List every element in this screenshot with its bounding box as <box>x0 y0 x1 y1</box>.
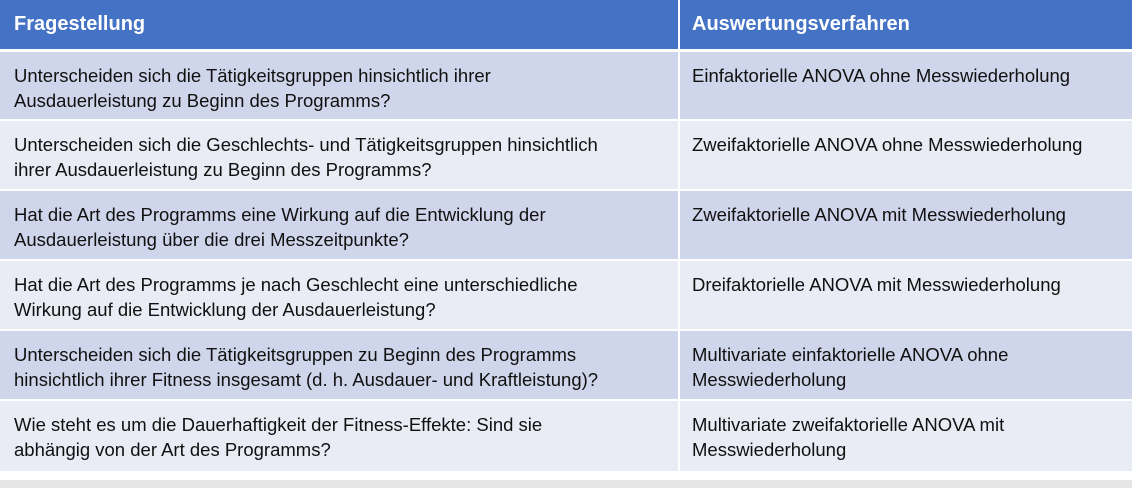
question-line: hinsichtlich ihrer Fitness insgesamt (d.… <box>14 369 599 390</box>
question-line: Unterscheiden sich die Tätigkeitsgruppen… <box>14 64 491 86</box>
method-line: Messwiederholung <box>692 369 847 390</box>
question-line: Wie steht es um die Dauerhaftigkeit der … <box>14 414 543 435</box>
table-row: Unterscheiden sich die Geschlechts- und … <box>0 120 1132 191</box>
method-cell: Multivariate zweifaktorielle ANOVA mit M… <box>679 400 1132 473</box>
table-row: Unterscheiden sich die Tätigkeitsgruppen… <box>0 50 1132 121</box>
question-cell: Unterscheiden sich die Tätigkeitsgruppen… <box>0 50 680 121</box>
method-line: Zweifaktorielle ANOVA mit Messwiederholu… <box>692 204 1066 225</box>
method-line: Multivariate einfaktorielle ANOVA ohne <box>692 344 1009 365</box>
question-line: Hat die Art des Programms je nach Geschl… <box>14 274 578 295</box>
bottom-border-strip <box>0 480 1132 488</box>
table-row: Hat die Art des Programms eine Wirkung a… <box>0 190 1132 261</box>
question-line: Ausdauerleistung zu Beginn des Programms… <box>14 89 391 111</box>
question-cell: Hat die Art des Programms je nach Geschl… <box>0 260 680 331</box>
question-line: Unterscheiden sich die Geschlechts- und … <box>14 134 598 155</box>
table-row: Wie steht es um die Dauerhaftigkeit der … <box>0 400 1132 473</box>
table-header-row: Fragestellung Auswertungsverfahren <box>0 0 1132 52</box>
question-line: Ausdauerleistung über die drei Messzeitp… <box>14 229 409 250</box>
method-cell: Zweifaktorielle ANOVA mit Messwiederholu… <box>679 190 1132 261</box>
analysis-methods-table: Fragestellung Auswertungsverfahren Unter… <box>0 0 1132 473</box>
method-line: Einfaktorielle ANOVA ohne Messwiederholu… <box>692 64 1071 86</box>
question-line: Unterscheiden sich die Tätigkeitsgruppen… <box>14 344 577 365</box>
method-cell: Einfaktorielle ANOVA ohne Messwiederholu… <box>679 50 1132 121</box>
method-line: Messwiederholung <box>692 439 847 460</box>
question-line: ihrer Ausdauerleistung zu Beginn des Pro… <box>14 159 432 180</box>
column-header-method: Auswertungsverfahren <box>679 0 1132 52</box>
method-cell: Multivariate einfaktorielle ANOVA ohne M… <box>679 330 1132 401</box>
question-line: Wirkung auf die Entwicklung der Ausdauer… <box>14 299 436 320</box>
table-row: Unterscheiden sich die Tätigkeitsgruppen… <box>0 330 1132 401</box>
question-line: abhängig von der Art des Programms? <box>14 439 331 460</box>
method-line: Dreifaktorielle ANOVA mit Messwiederholu… <box>692 274 1061 295</box>
question-cell: Wie steht es um die Dauerhaftigkeit der … <box>0 400 680 473</box>
method-line: Zweifaktorielle ANOVA ohne Messwiederhol… <box>692 134 1083 155</box>
method-cell: Dreifaktorielle ANOVA mit Messwiederholu… <box>679 260 1132 331</box>
question-line: Hat die Art des Programms eine Wirkung a… <box>14 204 546 225</box>
question-cell: Unterscheiden sich die Tätigkeitsgruppen… <box>0 330 680 401</box>
table-row: Hat die Art des Programms je nach Geschl… <box>0 260 1132 331</box>
question-cell: Hat die Art des Programms eine Wirkung a… <box>0 190 680 261</box>
question-cell: Unterscheiden sich die Geschlechts- und … <box>0 120 680 191</box>
column-header-question: Fragestellung <box>0 0 680 52</box>
method-cell: Zweifaktorielle ANOVA ohne Messwiederhol… <box>679 120 1132 191</box>
method-line: Multivariate zweifaktorielle ANOVA mit <box>692 414 1005 435</box>
